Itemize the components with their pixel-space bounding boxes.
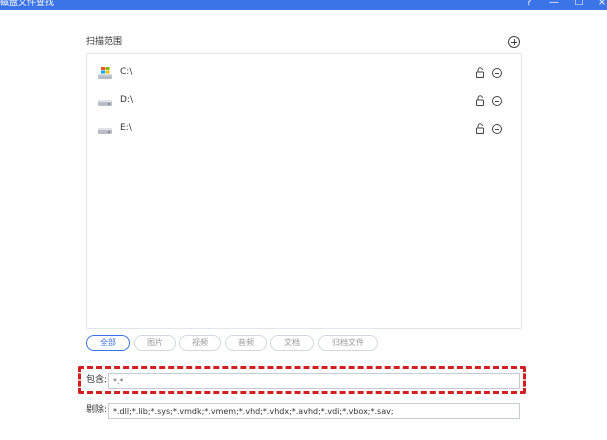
unlock-icon[interactable] xyxy=(475,95,485,106)
remove-drive-button[interactable] xyxy=(492,124,502,134)
help-button[interactable]: ? xyxy=(523,0,535,9)
tab-documents[interactable]: 文档 xyxy=(270,335,314,351)
remove-drive-button[interactable] xyxy=(492,96,502,106)
drive-label: D:\ xyxy=(120,95,133,105)
file-type-tabs: 全部 图片 视频 音频 文档 归档文件 xyxy=(86,335,386,351)
drive-row-c[interactable]: C:\ xyxy=(87,63,521,81)
tab-audio[interactable]: 音频 xyxy=(225,335,267,351)
minimize-button[interactable]: — xyxy=(548,0,560,9)
drive-label: C:\ xyxy=(120,67,133,77)
title-bar: 磁盘文件查找 ? — ☐ × xyxy=(0,0,607,10)
exclude-label: 剔除: xyxy=(86,405,108,415)
drive-row-d[interactable]: D:\ xyxy=(87,91,521,109)
remove-drive-button[interactable] xyxy=(492,68,502,78)
include-input[interactable] xyxy=(108,373,520,389)
tab-archives[interactable]: 归档文件 xyxy=(318,335,378,351)
tab-images[interactable]: 图片 xyxy=(134,335,176,351)
drive-row-e[interactable]: E:\ xyxy=(87,119,521,137)
tab-all[interactable]: 全部 xyxy=(86,335,130,351)
unlock-icon[interactable] xyxy=(475,67,485,78)
disk-drive-icon xyxy=(98,100,112,106)
exclude-input[interactable] xyxy=(108,403,520,419)
close-button[interactable]: × xyxy=(596,0,607,9)
add-location-button[interactable] xyxy=(508,36,520,48)
unlock-icon[interactable] xyxy=(475,123,485,134)
tab-videos[interactable]: 视频 xyxy=(179,335,221,351)
maximize-button[interactable]: ☐ xyxy=(573,0,585,9)
scan-range-label: 扫描范围 xyxy=(86,37,123,47)
drive-label: E:\ xyxy=(120,123,132,133)
include-label: 包含: xyxy=(86,375,108,385)
window-title: 磁盘文件查找 xyxy=(0,0,55,8)
windows-drive-icon xyxy=(98,67,112,79)
disk-drive-icon xyxy=(98,128,112,134)
scan-range-list: C:\ D:\ E:\ xyxy=(86,53,522,329)
